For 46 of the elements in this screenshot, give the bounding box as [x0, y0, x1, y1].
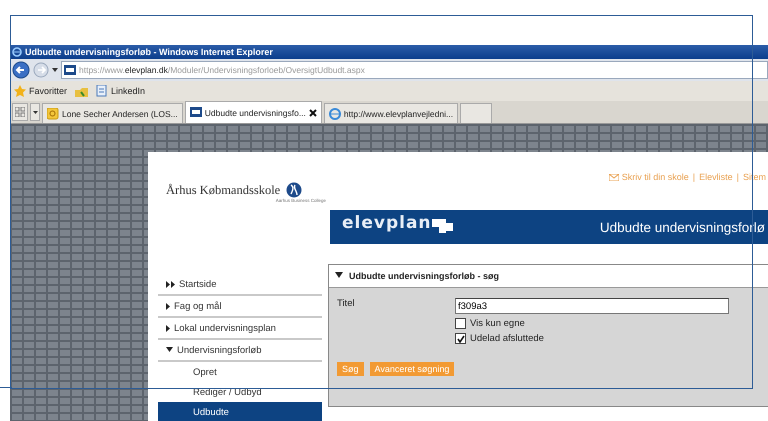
sidebar-item[interactable]: Udbudte	[158, 402, 322, 421]
brand-logo: elevplan	[342, 213, 432, 233]
title-input-field[interactable]: f309a3	[455, 298, 729, 314]
dropdown-caret-icon[interactable]	[52, 68, 58, 72]
sidebar-item[interactable]: Startside	[158, 274, 322, 296]
site-favicon-icon	[64, 65, 76, 75]
sidebar-item[interactable]: Lokal undervisningsplan	[158, 318, 322, 340]
quick-tabs-button[interactable]	[12, 103, 28, 121]
sidebar-item[interactable]: Fag og mål	[158, 296, 322, 318]
browser-tab[interactable]: Lone Secher Andersen (LOS...	[42, 103, 183, 123]
star-icon	[14, 85, 26, 97]
caret-icon	[32, 110, 38, 114]
grid-icon	[15, 107, 25, 117]
link-separator: |	[692, 172, 696, 182]
checkbox[interactable]	[455, 333, 466, 344]
school-name: Århus Købmandsskole	[166, 182, 280, 198]
window-title: Udbudte undervisningsforløb - Windows Internet Explorer	[25, 47, 273, 57]
favorites-item[interactable]: LinkedIn	[96, 85, 146, 97]
address-field[interactable]: https://www.elevplan.dk/Moduler/Undervisningsforloeb/OversigtUdbudt.aspx	[61, 61, 768, 79]
checkbox-label: Udelad afsluttede	[470, 333, 544, 344]
checkbox[interactable]	[455, 318, 466, 329]
browser-tab[interactable]: http://www.elevplanvejledni...	[324, 103, 458, 123]
page-icon	[96, 85, 108, 97]
panel-title: Udbudte undervisningsforløb - søg	[349, 271, 499, 281]
folder-icon[interactable]	[75, 86, 88, 96]
tab-list-button[interactable]	[30, 103, 40, 121]
globe-icon	[286, 182, 302, 198]
url-text: https://www.elevplan.dk/Moduler/Undervisningsforloeb/OversigtUdbudt.aspx	[79, 65, 365, 75]
sidebar-item[interactable]: Undervisningsforløb	[158, 340, 322, 362]
annotation-line	[0, 387, 12, 388]
back-button-icon[interactable]	[12, 61, 30, 79]
checkbox-label: Vis kun egne	[470, 318, 525, 329]
pixel-squares-icon	[432, 219, 453, 233]
browser-logo-icon	[12, 47, 22, 57]
check-icon	[456, 334, 464, 342]
site-favicon-icon	[190, 106, 202, 118]
browser-logo-icon	[328, 108, 341, 120]
close-tab-icon[interactable]	[308, 108, 317, 116]
expanded-arrow-icon[interactable]	[335, 272, 343, 280]
link-separator: |	[736, 172, 739, 182]
favorites-item[interactable]: Favoritter	[14, 85, 68, 97]
field-label: Titel	[337, 298, 356, 311]
sidebar-item[interactable]: Opret	[158, 362, 322, 382]
double-arrow-icon	[166, 280, 175, 288]
browser-tab[interactable]: Udbudte undervisningsfo...	[184, 101, 322, 123]
banner-title: Udbudte undervisningsforlø	[600, 220, 765, 234]
